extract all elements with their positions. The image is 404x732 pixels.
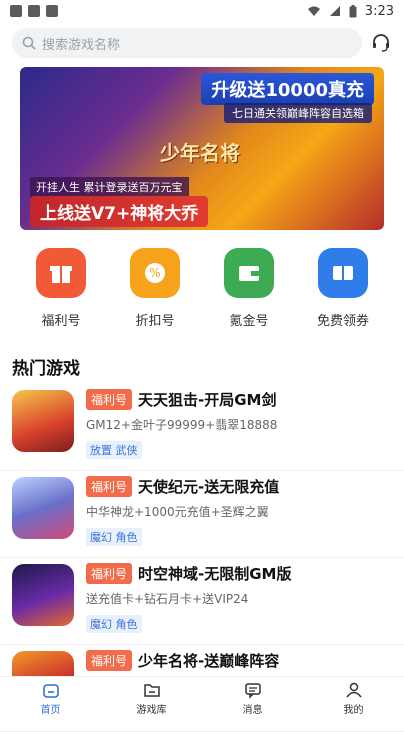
search-row: 搜索游戏名称	[12, 28, 392, 58]
game-thumbnail	[12, 477, 74, 539]
banner-line3: 开挂人生 累计登录送百万元宝	[30, 177, 189, 197]
banner-game-logo: 少年名将	[160, 141, 240, 165]
category-krypton[interactable]: 氪金号	[209, 248, 289, 329]
headset-icon	[373, 34, 390, 52]
banner-subline: 七日通关领巅峰阵容自选箱	[224, 103, 372, 123]
profile-icon	[345, 682, 362, 698]
welfare-tag: 福利号	[86, 476, 133, 497]
system-icons: 3:23	[307, 4, 394, 19]
tab-label: 我的	[343, 705, 364, 716]
game-desc: 中华神龙+1000元充值+圣辉之翼	[86, 505, 269, 519]
category-label: 折扣号	[135, 314, 175, 329]
search-icon	[22, 36, 36, 50]
category-row: 福利号 % 折扣号 氪金号 免费领券	[0, 248, 404, 329]
category-label: 免费领券	[316, 314, 369, 329]
tab-label: 首页	[40, 705, 61, 716]
home-icon	[42, 684, 59, 698]
tab-label: 消息	[242, 705, 263, 716]
game-item[interactable]: 福利号 时空神域-无限制GM版 送充值卡+钻石月卡+送VIP24 魔幻 角色	[0, 558, 404, 645]
coupon-icon	[318, 248, 368, 298]
game-title: 天天狙击-开局GM剑	[138, 391, 277, 409]
game-desc: GM12+金叶子99999+翡翠18888	[86, 418, 278, 432]
welfare-tag: 福利号	[86, 389, 133, 410]
game-thumbnail	[12, 390, 74, 452]
game-title: 时空神域-无限制GM版	[138, 565, 292, 583]
battery-icon	[349, 4, 357, 17]
game-item[interactable]: 福利号 天天狙击-开局GM剑 GM12+金叶子99999+翡翠18888 放置 …	[0, 384, 404, 471]
signal-icon	[329, 6, 340, 16]
wallet-icon	[224, 248, 274, 298]
tab-game-library[interactable]: 游戏库	[101, 677, 202, 720]
tab-label: 游戏库	[136, 705, 167, 716]
welfare-tag: 福利号	[86, 563, 133, 584]
game-genres: 魔幻 角色	[86, 528, 142, 546]
app-notification-icon	[10, 5, 22, 17]
notification-icons	[10, 5, 58, 17]
wifi-icon	[307, 6, 320, 16]
category-coupon[interactable]: 免费领券	[303, 248, 383, 329]
banner-headline: 升级送10000真充	[201, 73, 374, 105]
game-title: 天使纪元-送无限充值	[138, 478, 280, 496]
game-desc: 送充值卡+钻石月卡+送VIP24	[86, 592, 249, 606]
gift-icon	[36, 248, 86, 298]
status-bar: 3:23	[0, 0, 404, 22]
category-label: 氪金号	[229, 314, 269, 329]
section-title-hot: 热门游戏	[12, 359, 80, 379]
game-title: 少年名将-送巅峰阵容	[138, 652, 280, 670]
clock: 3:23	[364, 3, 394, 19]
customer-service-button[interactable]	[370, 32, 392, 54]
message-icon	[244, 683, 261, 699]
bottom-tab-bar: 首页 游戏库 消息 我的	[0, 676, 404, 720]
a-notification-icon	[46, 5, 58, 17]
category-fuli[interactable]: 福利号	[21, 248, 101, 329]
promo-banner[interactable]: 升级送10000真充 七日通关领巅峰阵容自选箱 少年名将 开挂人生 累计登录送百…	[20, 67, 384, 230]
game-genres: 魔幻 角色	[86, 615, 142, 633]
image-notification-icon	[28, 5, 40, 17]
welfare-tag: 福利号	[86, 650, 133, 671]
tab-messages[interactable]: 消息	[202, 677, 303, 720]
discount-icon: %	[130, 248, 180, 298]
game-item[interactable]: 福利号 天使纪元-送无限充值 中华神龙+1000元充值+圣辉之翼 魔幻 角色	[0, 471, 404, 558]
banner-line4: 上线送V7+神将大乔	[30, 196, 209, 227]
search-placeholder: 搜索游戏名称	[42, 37, 121, 53]
category-label: 福利号	[41, 314, 81, 329]
game-thumbnail	[12, 564, 74, 626]
game-genres: 放置 武侠	[86, 441, 142, 459]
search-input[interactable]: 搜索游戏名称	[12, 28, 363, 58]
folder-icon	[143, 684, 160, 697]
tab-home[interactable]: 首页	[0, 677, 101, 720]
svg-text:%: %	[149, 266, 160, 280]
tab-profile[interactable]: 我的	[303, 677, 404, 720]
category-discount[interactable]: % 折扣号	[115, 248, 195, 329]
